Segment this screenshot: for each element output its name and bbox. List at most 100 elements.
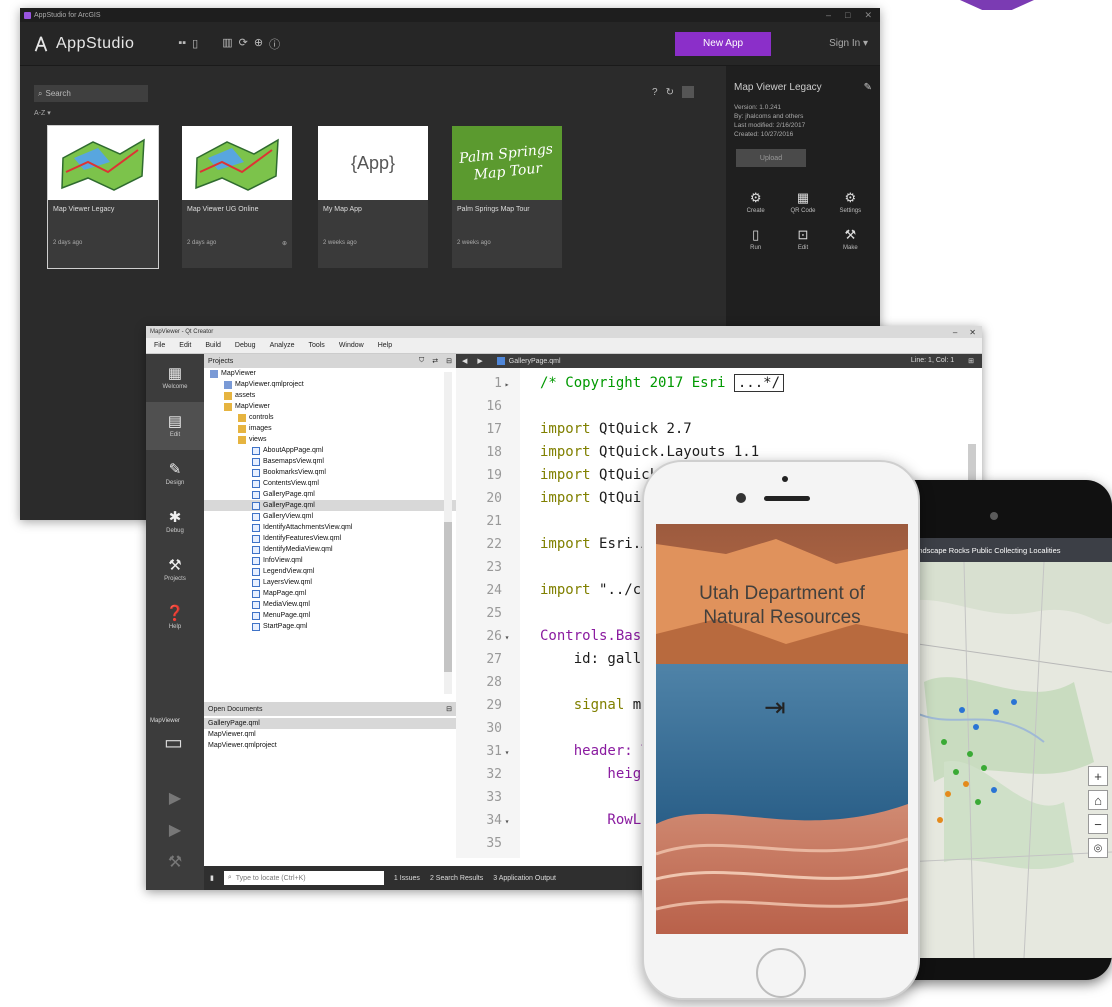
tree-item[interactable]: MenuPage.qml	[204, 610, 456, 621]
run-action[interactable]: ▯ Run	[732, 228, 779, 252]
toggle-sidebar-icon[interactable]: ▮	[210, 874, 214, 882]
menu-analyze[interactable]: Analyze	[270, 342, 295, 349]
qr-code-action[interactable]: ▦ QR Code	[779, 191, 826, 215]
project-scrollbar[interactable]	[444, 372, 452, 694]
tree-item[interactable]: MediaView.qml	[204, 599, 456, 610]
refresh-icon[interactable]: ↻	[666, 87, 674, 98]
search-input[interactable]: ⌕ Search	[34, 85, 148, 102]
maximize-icon[interactable]: □	[845, 10, 850, 21]
tree-item[interactable]: MapViewer	[204, 401, 456, 412]
tree-item[interactable]: MapViewer.qmlproject	[204, 379, 456, 390]
upload-button[interactable]: Upload	[736, 149, 806, 167]
split-icon[interactable]: ⊟	[446, 705, 456, 713]
menu-tools[interactable]: Tools	[308, 342, 324, 349]
sign-in-icon[interactable]: ⇥	[764, 692, 786, 723]
tree-item[interactable]: controls	[204, 412, 456, 423]
tree-item[interactable]: IdentifyMediaView.qml	[204, 544, 456, 555]
app-tile[interactable]: Map Viewer UG Online 2 days ago ⊕	[182, 126, 292, 268]
tree-item[interactable]: assets	[204, 390, 456, 401]
app-tile[interactable]: Palm Springs Map Tour Palm Springs Map T…	[452, 126, 562, 268]
kit-selector-icon[interactable]: ▭	[164, 730, 183, 755]
open-file-tab[interactable]: GalleryPage.qml	[496, 357, 561, 365]
tree-item[interactable]: views	[204, 434, 456, 445]
app-tile[interactable]: Map Viewer Legacy 2 days ago	[47, 125, 159, 269]
run-icon[interactable]: ▶	[169, 788, 181, 808]
link-icon[interactable]: ⇄	[432, 357, 438, 365]
tree-item[interactable]: LayersView.qml	[204, 577, 456, 588]
create-action[interactable]: ⚙ Create	[732, 191, 779, 215]
mode-welcome[interactable]: ▦ Welcome	[146, 354, 204, 402]
close-icon[interactable]: ✕	[864, 10, 872, 21]
tree-item[interactable]: BookmarksView.qml	[204, 467, 456, 478]
issues-tab[interactable]: 1 Issues	[394, 875, 420, 882]
new-app-button[interactable]: New App	[675, 31, 772, 56]
home-button[interactable]	[756, 948, 806, 998]
tree-item[interactable]: GalleryView.qml	[204, 511, 456, 522]
app-tile[interactable]: {App} My Map App 2 weeks ago	[318, 126, 428, 268]
zoom-in-button[interactable]: +	[1088, 766, 1108, 786]
tree-item[interactable]: images	[204, 423, 456, 434]
locator-input[interactable]: ⌕ Type to locate (Ctrl+K)	[223, 871, 384, 885]
tree-item[interactable]: MapViewer	[204, 368, 456, 379]
tile-view-icon[interactable]: ▪▪	[178, 37, 186, 50]
open-document-item[interactable]: GalleryPage.qml	[204, 718, 456, 729]
tree-item[interactable]: AboutAppPage.qml	[204, 445, 456, 456]
help-icon[interactable]: ?	[652, 87, 658, 98]
info-icon[interactable]: ⓘ	[269, 36, 280, 52]
build-icon[interactable]: ⚒	[168, 852, 182, 872]
settings-action[interactable]: ⚙ Settings	[827, 191, 874, 215]
edit-action[interactable]: ⊡ Edit	[779, 228, 826, 252]
settings-icon[interactable]	[681, 86, 694, 98]
tree-item[interactable]: BasemapsView.qml	[204, 456, 456, 467]
debug-run-icon[interactable]: ▶	[169, 820, 181, 840]
code-line[interactable]: import QtQuick.Layouts 1.1	[540, 444, 759, 460]
menu-edit[interactable]: Edit	[179, 342, 191, 349]
close-icon[interactable]: ✕	[969, 328, 976, 337]
download-icon[interactable]: ⊕	[254, 36, 263, 52]
edit-pencil-icon[interactable]: ✎	[864, 82, 872, 93]
mode-debug[interactable]: ✱ Debug	[146, 498, 204, 546]
application-output-tab[interactable]: 3 Application Output	[493, 875, 556, 882]
home-button[interactable]: ⌂	[1088, 790, 1108, 810]
sign-in-button[interactable]: Sign In ▾	[829, 38, 868, 49]
tree-item[interactable]: LegendView.qml	[204, 566, 456, 577]
forward-icon[interactable]: ▶	[477, 357, 482, 365]
zoom-out-button[interactable]: −	[1088, 814, 1108, 834]
tree-item[interactable]: GalleryPage.qml	[204, 489, 456, 500]
locate-button[interactable]: ◎	[1088, 838, 1108, 858]
tree-item[interactable]: StartPage.qml	[204, 621, 456, 632]
scroll-thumb[interactable]	[444, 522, 452, 672]
sort-dropdown[interactable]: A-Z ▾	[34, 109, 51, 117]
map-view[interactable]: + ⌂ − ◎	[904, 561, 1112, 958]
mode-projects[interactable]: ⚒ Projects	[146, 546, 204, 594]
tree-item[interactable]: IdentifyAttachmentsView.qml	[204, 522, 456, 533]
mode-design[interactable]: ✎ Design	[146, 450, 204, 498]
tree-item[interactable]: IdentifyFeaturesView.qml	[204, 533, 456, 544]
open-document-item[interactable]: MapViewer.qml	[204, 729, 456, 740]
tree-item[interactable]: MapPage.qml	[204, 588, 456, 599]
menu-file[interactable]: File	[154, 342, 165, 349]
split-editor-icon[interactable]: ⊞	[968, 357, 974, 365]
menu-debug[interactable]: Debug	[235, 342, 256, 349]
sync-icon[interactable]: ⟳	[239, 36, 248, 52]
split-icon[interactable]: ⊟	[446, 357, 452, 365]
search-results-tab[interactable]: 2 Search Results	[430, 875, 483, 882]
back-icon[interactable]: ◀	[462, 357, 467, 365]
menu-help[interactable]: Help	[378, 342, 392, 349]
mode-edit[interactable]: ▤ Edit	[146, 402, 204, 450]
menu-window[interactable]: Window	[339, 342, 364, 349]
tree-item[interactable]: InfoView.qml	[204, 555, 456, 566]
filter-icon[interactable]: ⛉	[419, 357, 424, 365]
make-action[interactable]: ⚒ Make	[827, 228, 874, 252]
minimize-icon[interactable]: –	[953, 328, 957, 337]
tree-item[interactable]: ContentsView.qml	[204, 478, 456, 489]
code-line[interactable]: /* Copyright 2017 Esri ...*/	[540, 374, 785, 392]
library-icon[interactable]: ▥	[222, 36, 232, 52]
minimize-icon[interactable]: –	[826, 10, 831, 21]
code-line[interactable]: import QtQuick 2.7	[540, 421, 692, 437]
mode-help[interactable]: ❓ Help	[146, 594, 204, 642]
phone-view-icon[interactable]: ▯	[192, 37, 198, 50]
open-document-item[interactable]: MapViewer.qmlproject	[204, 740, 456, 751]
menu-build[interactable]: Build	[205, 342, 221, 349]
tree-item[interactable]: GalleryPage.qml	[204, 500, 456, 511]
